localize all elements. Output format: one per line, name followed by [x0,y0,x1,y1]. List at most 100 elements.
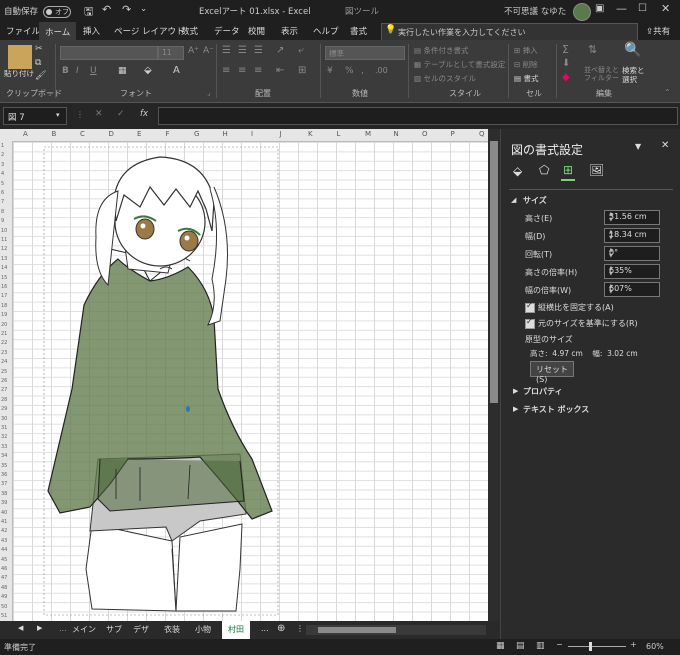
undo-icon[interactable]: ↶ [102,3,111,16]
scroll-tabs-right-icon[interactable]: ▶ [37,624,42,632]
sheet-tab[interactable]: サブ [106,624,122,635]
scale-width-input[interactable]: 607% ▲ ▼ [604,282,660,297]
tab-format[interactable]: 書式 [350,25,367,37]
pane-options-icon[interactable]: ▼ [635,142,641,151]
tab-data[interactable]: データ [214,25,240,37]
collapse-size-icon[interactable]: ◢ [511,196,516,204]
save-icon[interactable]: 🖫 [84,3,93,22]
spinner-icon[interactable]: ▲ ▼ [609,265,657,277]
cut-icon[interactable]: ✂ [35,44,43,54]
add-sheet-icon[interactable]: ⊕ [277,623,285,634]
zoom-slider-thumb[interactable] [589,642,592,651]
clipboard-launcher-icon[interactable]: ⌟ [48,88,52,97]
formula-input[interactable] [158,107,678,125]
tell-me-search[interactable]: 💡 実行したい作業を入力してください [381,23,638,41]
relative-size-checkbox[interactable] [525,317,535,329]
share-button[interactable]: ⇪共有 [646,25,670,37]
orientation-icon[interactable]: ↗ [276,45,284,56]
page-layout-view-icon[interactable]: ▤ [516,641,525,651]
paste-label[interactable]: 貼り付け [4,68,34,79]
pane-close-icon[interactable]: ✕ [661,140,669,151]
spinner-icon[interactable]: ▲ ▼ [609,283,657,295]
width-input[interactable]: 18.34 cm ▲ ▼ [604,228,660,243]
insert-function-icon[interactable]: fx [140,109,148,119]
scale-height-input[interactable]: 635% ▲ ▼ [604,264,660,279]
find-select-label[interactable]: 検索と 選択 [622,66,645,84]
tab-file[interactable]: ファイル [6,25,40,37]
sheet-tab[interactable]: デザ [133,624,149,635]
redo-icon[interactable]: ↷ [122,3,131,16]
tab-help[interactable]: ヘルプ [313,25,339,37]
sheet-tab[interactable]: 小物 [195,624,211,635]
paste-icon[interactable] [8,45,32,69]
effects-icon[interactable]: ⬠ [539,163,549,177]
name-box-dropdown-icon[interactable]: ▾ [56,111,60,119]
bold-icon[interactable]: B [62,66,69,76]
vertical-scroll-thumb[interactable] [490,141,498,403]
clear-icon[interactable]: ◆ [562,72,570,83]
expand-properties-icon[interactable]: ▶ [513,387,518,395]
autosave-toggle[interactable]: オフ [43,6,71,18]
section-textbox[interactable]: テキスト ボックス [523,404,589,415]
number-format-box[interactable]: 標準 [325,46,405,60]
horizontal-scroll-thumb[interactable] [318,627,396,633]
sort-filter-label[interactable]: 並べ替えと フィルター [584,66,619,82]
collapse-ribbon-icon[interactable]: ⌃ [664,88,671,97]
zoom-in-icon[interactable]: + [630,640,637,649]
copy-icon[interactable]: ⧉ [35,58,41,68]
page-break-view-icon[interactable]: ▥ [536,641,545,651]
enter-icon[interactable]: ✓ [117,109,125,119]
height-input[interactable]: 31.56 cm ▲ ▼ [604,210,660,225]
section-properties[interactable]: プロパティ [523,386,563,397]
expand-textbox-icon[interactable]: ▶ [513,405,518,413]
sheet-tab[interactable]: メイン [72,624,96,635]
zoom-out-icon[interactable]: − [556,640,563,649]
spinner-icon[interactable]: ▲ ▼ [609,247,657,259]
cell-styles-button[interactable]: ▧ セルのスタイル [414,73,476,84]
wrap-text-icon[interactable]: ⤶ [298,45,304,56]
find-select-icon[interactable]: 🔍 [624,42,641,58]
align-center-icon[interactable]: ≡ [238,65,246,76]
name-box[interactable]: 図 7 ▾ [3,107,67,125]
font-size-box[interactable]: 11 [158,46,184,60]
align-middle-icon[interactable]: ☰ [238,45,247,56]
minimize-icon[interactable]: — [616,2,627,15]
spinner-icon[interactable]: ▲ ▼ [609,229,657,241]
anime-girl-picture[interactable] [0,129,488,621]
zoom-level[interactable]: 60% [646,642,664,651]
reset-button[interactable]: リセット(S) [530,361,574,384]
scroll-tabs-left-icon[interactable]: ◀ [18,624,23,632]
align-bottom-icon[interactable]: ☰ [254,45,263,56]
increase-decimal-icon[interactable]: .00 [375,66,388,75]
increase-font-icon[interactable]: A⁺ [188,46,199,56]
currency-icon[interactable]: ¥ [327,66,333,76]
percent-icon[interactable]: % [345,66,354,76]
sort-filter-icon[interactable]: ⇅ [588,43,597,56]
font-name-box[interactable] [60,46,158,60]
delete-cells-button[interactable]: ⊟ 削除 [514,59,538,70]
sheet-tab-more[interactable]: ... [261,624,269,633]
lock-aspect-label[interactable]: 縦横比を固定する(A) [538,302,614,313]
borders-icon[interactable]: ▦ [118,66,127,76]
relative-size-label[interactable]: 元のサイズを基準にする(R) [538,318,638,329]
tab-home[interactable]: ホーム [39,22,77,42]
autosum-icon[interactable]: Σ [562,43,569,56]
vertical-scrollbar[interactable] [488,129,500,621]
lock-aspect-checkbox[interactable] [525,301,535,313]
align-top-icon[interactable]: ☰ [222,45,231,56]
insert-cells-button[interactable]: ⊞ 挿入 [514,45,538,56]
format-painter-icon[interactable]: 🖌 [35,71,46,81]
spinner-icon[interactable]: ▲ ▼ [609,211,657,223]
sheet-tab[interactable]: 衣装 [164,624,180,635]
underline-icon[interactable]: U [90,66,97,76]
rotation-input[interactable]: 0° ▲ ▼ [604,246,660,261]
decrease-font-icon[interactable]: A⁻ [203,46,214,56]
horizontal-scrollbar[interactable] [306,625,486,635]
customize-qat-icon[interactable]: ⌄ [140,4,147,14]
fill-icon[interactable]: ⬇ [562,58,570,69]
italic-icon[interactable]: I [76,66,79,76]
format-as-table-button[interactable]: ▦ テーブルとして書式設定 [414,59,505,70]
fill-line-icon[interactable]: ⬙ [513,164,522,178]
tab-insert[interactable]: 挿入 [83,25,100,37]
sheet-tab-active[interactable]: 村田 [222,621,250,641]
